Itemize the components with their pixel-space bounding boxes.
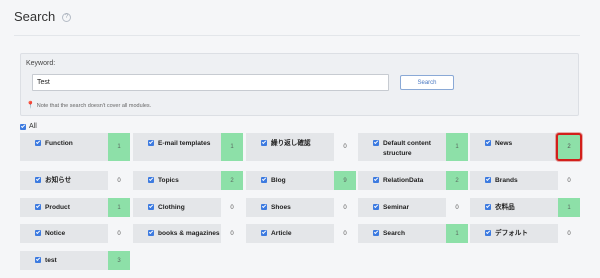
module-checkbox[interactable]: [261, 140, 267, 146]
module-item[interactable]: Blog 9: [246, 171, 356, 190]
module-checkbox[interactable]: [148, 140, 154, 146]
module-count[interactable]: 1: [108, 198, 130, 217]
module-item[interactable]: Topics 2: [133, 171, 243, 190]
module-checkbox[interactable]: [35, 204, 41, 210]
module-item[interactable]: Search 1: [358, 224, 468, 243]
module-count[interactable]: 1: [446, 224, 468, 243]
module-count[interactable]: 0: [558, 171, 580, 190]
page-title: Search ?: [14, 9, 72, 24]
module-checkbox[interactable]: [485, 204, 491, 210]
module-checkbox[interactable]: [35, 257, 41, 263]
all-checkbox[interactable]: [20, 124, 26, 130]
module-checkbox[interactable]: [373, 140, 379, 146]
all-label: All: [29, 123, 37, 130]
module-checkbox[interactable]: [373, 204, 379, 210]
module-item[interactable]: Default content structure 1: [358, 133, 468, 161]
title-divider: [14, 35, 580, 36]
search-note: 📍 Note that the search doesn't cover all…: [26, 102, 151, 109]
module-count[interactable]: 0: [108, 224, 130, 243]
module-item[interactable]: Article 0: [246, 224, 356, 243]
module-checkbox[interactable]: [148, 177, 154, 183]
module-checkbox[interactable]: [373, 230, 379, 236]
module-count[interactable]: 1: [558, 198, 580, 217]
module-item[interactable]: Notice 0: [20, 224, 130, 243]
module-count[interactable]: 1: [108, 133, 130, 161]
module-item[interactable]: RelationData 2: [358, 171, 468, 190]
module-count[interactable]: 3: [108, 251, 130, 270]
search-panel: Keyword: Search 📍 Note that the search d…: [20, 53, 579, 116]
module-item[interactable]: デフォルト 0: [470, 224, 580, 243]
module-checkbox[interactable]: [35, 140, 41, 146]
search-button[interactable]: Search: [400, 75, 454, 90]
module-count[interactable]: 0: [558, 224, 580, 243]
module-count[interactable]: 0: [334, 224, 356, 243]
page-title-text: Search: [14, 9, 56, 24]
module-count[interactable]: 9: [334, 171, 356, 190]
module-item[interactable]: books & magazines 0: [133, 224, 243, 243]
module-count-highlighted[interactable]: 2: [556, 133, 582, 161]
module-checkbox[interactable]: [35, 177, 41, 183]
keyword-label: Keyword:: [26, 60, 56, 67]
keyword-input[interactable]: [32, 74, 389, 91]
module-count[interactable]: 0: [334, 198, 356, 217]
module-count[interactable]: 0: [221, 198, 243, 217]
module-item[interactable]: News 2: [470, 133, 582, 161]
module-count[interactable]: 0: [108, 171, 130, 190]
pin-icon: 📍: [26, 102, 35, 109]
module-count[interactable]: 0: [334, 133, 356, 161]
module-count[interactable]: 2: [446, 171, 468, 190]
module-count[interactable]: 0: [221, 224, 243, 243]
module-checkbox[interactable]: [373, 177, 379, 183]
module-checkbox[interactable]: [261, 204, 267, 210]
module-checkbox[interactable]: [485, 177, 491, 183]
module-item[interactable]: 繰り返し確認 0: [246, 133, 356, 161]
module-item[interactable]: お知らせ 0: [20, 171, 130, 190]
module-item[interactable]: E-mail templates 1: [133, 133, 243, 161]
module-checkbox[interactable]: [148, 204, 154, 210]
module-checkbox[interactable]: [485, 140, 491, 146]
module-count[interactable]: 2: [221, 171, 243, 190]
module-checkbox[interactable]: [148, 230, 154, 236]
module-checkbox[interactable]: [35, 230, 41, 236]
module-checkbox[interactable]: [261, 230, 267, 236]
module-count[interactable]: 1: [446, 133, 468, 161]
module-item[interactable]: Shoes 0: [246, 198, 356, 217]
module-item[interactable]: test 3: [20, 251, 130, 270]
module-count[interactable]: 0: [446, 198, 468, 217]
module-item[interactable]: Brands 0: [470, 171, 580, 190]
module-item[interactable]: Seminar 0: [358, 198, 468, 217]
module-count[interactable]: 1: [221, 133, 243, 161]
help-icon[interactable]: ?: [62, 13, 72, 22]
module-item[interactable]: 衣料品 1: [470, 198, 580, 217]
all-checkbox-row[interactable]: All: [20, 123, 37, 130]
search-note-text: Note that the search doesn't cover all m…: [36, 102, 152, 109]
module-item[interactable]: Clothing 0: [133, 198, 243, 217]
module-checkbox[interactable]: [485, 230, 491, 236]
module-item[interactable]: Product 1: [20, 198, 130, 217]
module-item[interactable]: Function 1: [20, 133, 130, 161]
module-checkbox[interactable]: [261, 177, 267, 183]
